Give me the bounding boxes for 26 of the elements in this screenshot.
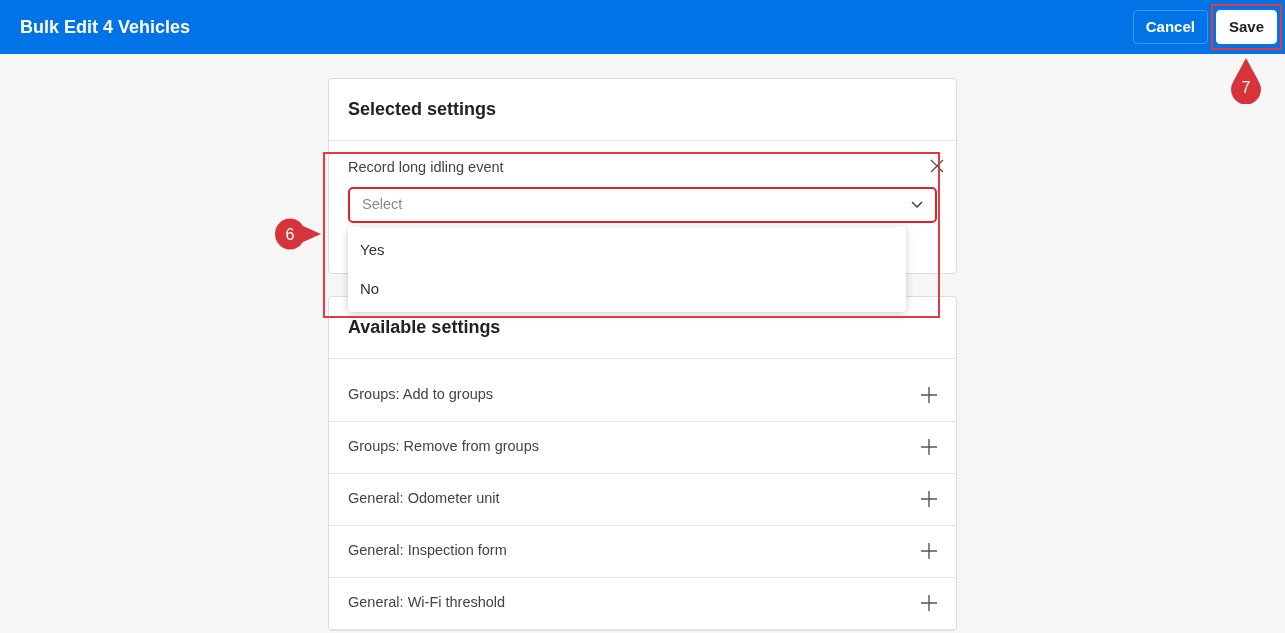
chevron-icon <box>911 200 923 209</box>
field-label: Record long idling event <box>348 158 505 177</box>
add-icon[interactable] <box>921 491 937 508</box>
settings-list-item[interactable]: Groups: Add to groups <box>329 369 956 422</box>
settings-list-item[interactable]: General: Wi-Fi threshold <box>329 577 956 630</box>
add-icon[interactable] <box>921 387 937 404</box>
callout-marker: 6 <box>273 217 323 251</box>
page-title: Bulk Edit 4 Vehicles <box>20 15 191 39</box>
settings-list-item[interactable]: General: Inspection form <box>329 525 956 578</box>
add-icon[interactable] <box>921 439 937 456</box>
dropdown-option[interactable]: Yes <box>348 231 906 270</box>
close-icon[interactable] <box>930 159 944 173</box>
settings-list-item[interactable]: Groups: Remove from groups <box>329 421 956 474</box>
setting-label: General: Odometer unit <box>348 489 500 509</box>
add-icon[interactable] <box>921 595 937 612</box>
card-title: Selected settings <box>329 79 956 141</box>
highlight-frame <box>1210 4 1282 50</box>
save-button[interactable]: Save <box>1215 10 1277 44</box>
setting-label: General: Inspection form <box>348 541 507 561</box>
setting-label: Groups: Add to groups <box>348 385 494 405</box>
add-icon[interactable] <box>921 543 937 560</box>
cancel-button[interactable]: Cancel <box>1132 10 1208 44</box>
setting-label: Groups: Remove from groups <box>348 437 539 457</box>
settings-list-item[interactable]: General: Odometer unit <box>329 473 956 526</box>
select-field[interactable]: Select <box>348 186 937 223</box>
setting-label: General: Wi-Fi threshold <box>348 593 506 613</box>
